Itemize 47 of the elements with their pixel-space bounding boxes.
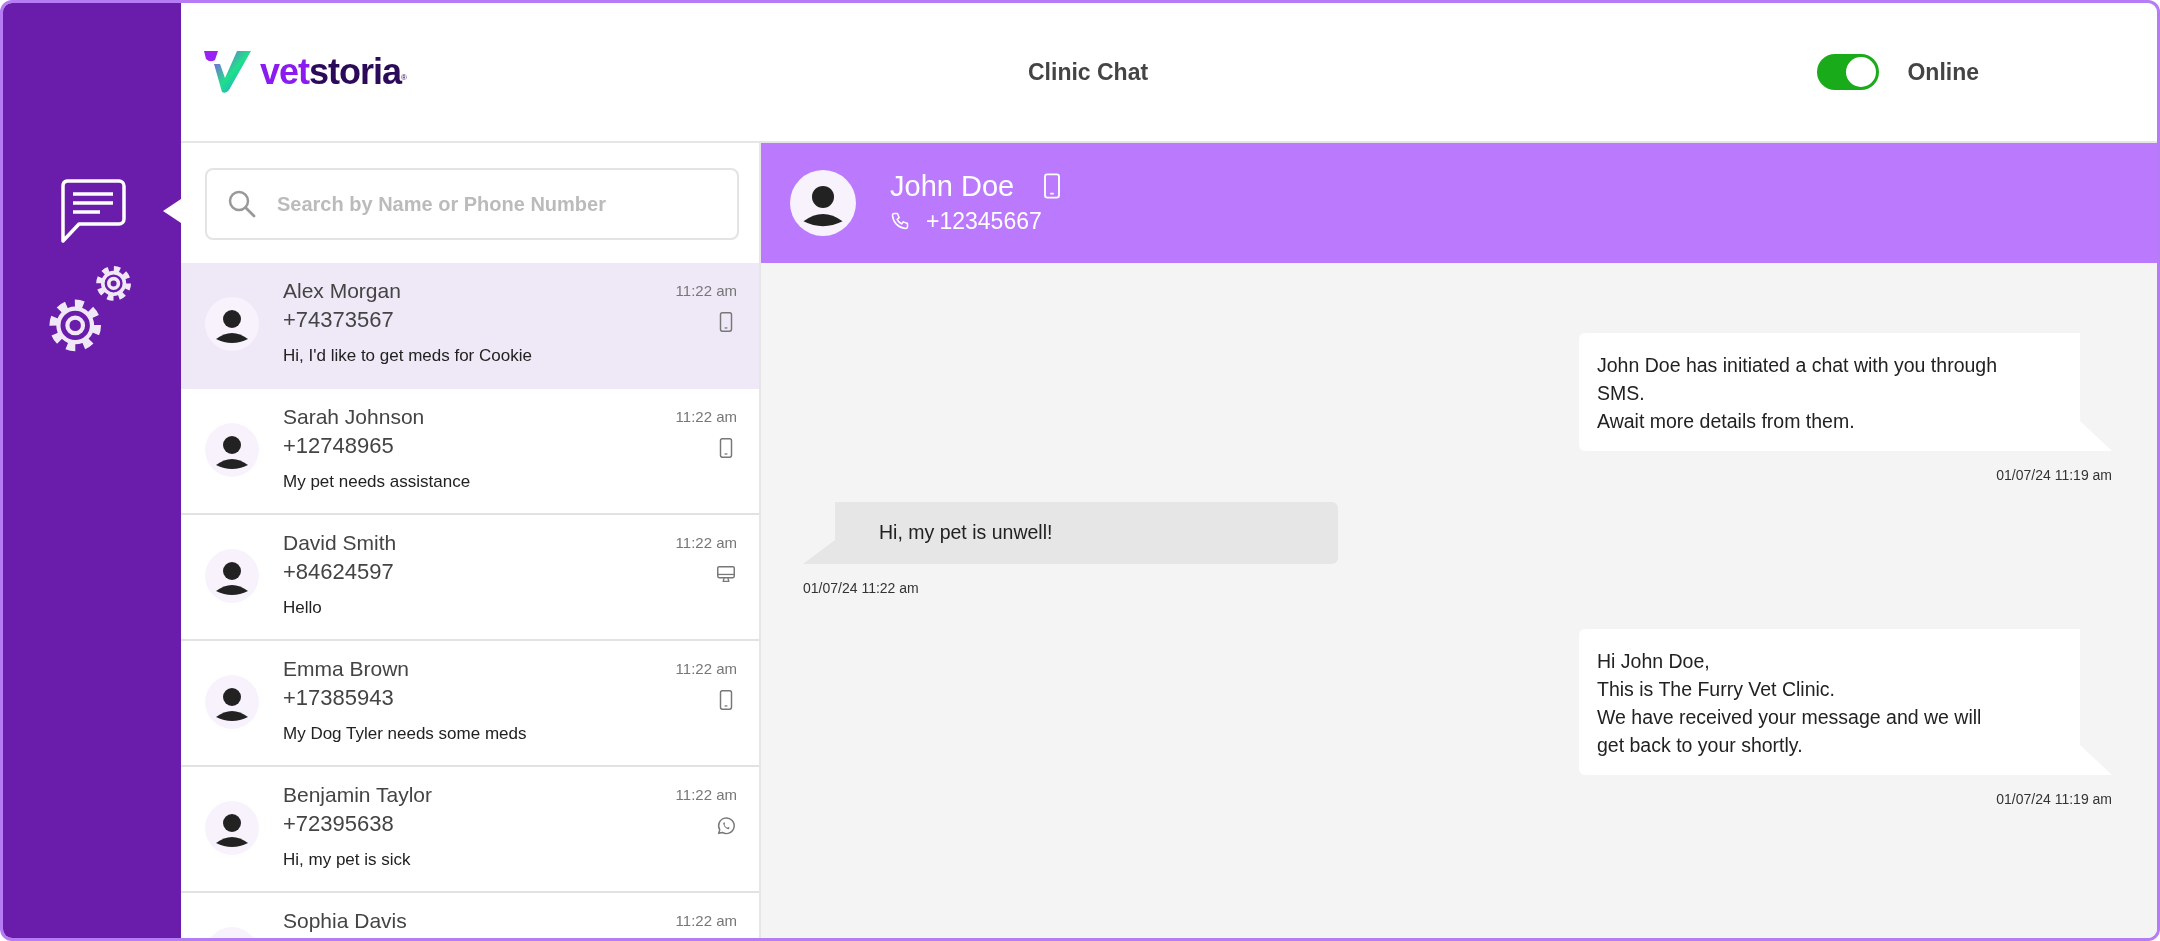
avatar-icon — [205, 297, 259, 351]
contact-phone: +12748965 — [283, 432, 395, 460]
contact-phone: +84624597 — [283, 558, 395, 586]
contact-name: Emma Brown — [283, 656, 411, 682]
contact-name: David Smith — [283, 530, 398, 556]
contact-name: Sarah Johnson — [283, 404, 426, 430]
contact-phone: +12345667 — [926, 206, 1042, 236]
contact-name: Alex Morgan — [283, 278, 402, 304]
message-preview: Hello — [283, 597, 323, 619]
message-time: 11:22 am — [675, 911, 737, 931]
contact-item[interactable]: Alex Morgan +74373567 Hi, I'd like to get meds for Cookie 11:22 am — [181, 263, 759, 389]
avatar-icon — [205, 549, 259, 603]
contact-phone: +74373567 — [283, 306, 395, 334]
whatsapp-icon — [715, 815, 737, 837]
contact-name: John Doe — [890, 168, 1015, 204]
avatar-icon — [790, 170, 856, 236]
contact-phone: +17385943 — [283, 684, 395, 712]
message-bubble: Hi John Doe, This is The Furry Vet Clinic. We have received your message and we will get back to your shortly. — [1579, 629, 2112, 775]
message-timestamp: 01/07/24 11:19 am — [1996, 790, 2112, 809]
message-time: 11:22 am — [675, 785, 737, 805]
chat-icon[interactable] — [58, 177, 126, 245]
status-label: Online — [1907, 57, 1979, 87]
message-preview: My Dog Tyler needs some meds — [283, 723, 528, 745]
desktop-icon — [715, 563, 737, 585]
avatar-icon — [205, 423, 259, 477]
phone-icon — [890, 211, 910, 231]
message-time: 11:22 am — [675, 533, 737, 553]
message-time: 11:22 am — [675, 281, 737, 301]
contact-phone: +72395638 — [283, 810, 395, 838]
avatar-icon — [205, 675, 259, 729]
message-time: 11:22 am — [675, 407, 737, 427]
contact-name: Benjamin Taylor — [283, 782, 434, 808]
message-preview: Hi, my pet is sick — [283, 849, 412, 871]
search-field[interactable]: Search by Name or Phone Number — [205, 168, 739, 240]
message-timestamp: 01/07/24 11:19 am — [1996, 466, 2112, 485]
message-preview: My pet needs assistance — [283, 471, 472, 493]
contact-name: Sophia Davis — [283, 908, 408, 934]
message-bubble: John Doe has initiated a chat with you through SMS. Await more details from them. — [1579, 333, 2112, 451]
message-bubble: Hi, my pet is unwell! — [803, 502, 1338, 564]
search-icon — [227, 189, 257, 219]
message-timestamp: 01/07/24 11:22 am — [803, 579, 919, 598]
message-preview: Hi, I'd like to get meds for Cookie — [283, 345, 533, 367]
message-time: 11:22 am — [675, 659, 737, 679]
avatar-icon — [205, 801, 259, 855]
online-toggle[interactable] — [1817, 54, 1880, 90]
selection-pointer — [163, 199, 181, 223]
page-title: Clinic Chat — [1028, 57, 1149, 87]
